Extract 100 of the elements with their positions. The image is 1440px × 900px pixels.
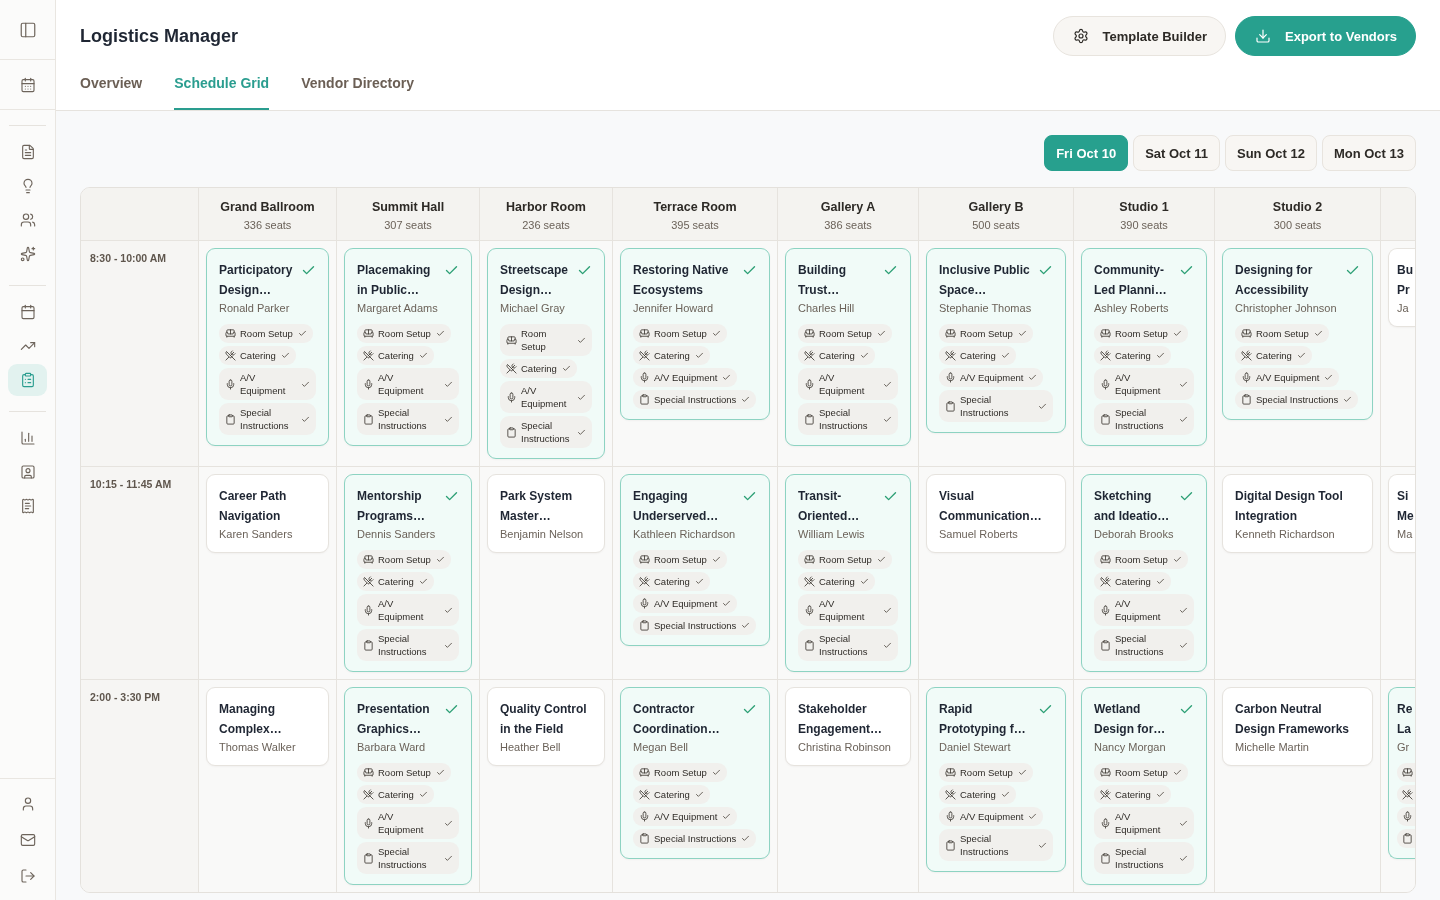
clipboard-icon [1100,413,1111,425]
page-title: Logistics Manager [80,25,239,48]
clipboard-icon [1100,852,1111,864]
date-tab[interactable]: Sun Oct 12 [1225,135,1317,171]
service-label: Room Setup [960,327,1013,340]
session-card[interactable]: Inclusive Public Space… Stephanie Thomas Room Setup Catering A/V Equipment Special Instructions [926,248,1066,433]
speaker-name: Megan Bell [633,740,690,755]
session-card[interactable]: Park System Master… Benjamin Nelson [487,474,605,553]
service-label: Catering [240,349,276,362]
service-label: A/V Equipment [654,371,718,384]
service-label: Special Instructions [240,406,290,432]
microphone-icon [225,378,236,390]
session-title: Managing Complex… [219,701,283,738]
session-card[interactable]: Digital Design Tool Integration Kenneth Richardson [1222,474,1373,553]
session-card[interactable]: Building Trust… Charles Hill Room Setup Catering A/V Equipment Special Instructions [785,248,911,446]
utensils-icon [804,576,815,587]
speaker-name: Michelle Martin [1235,740,1310,755]
service-label: Special Instructions [654,393,737,406]
clipboard-icon [639,394,650,405]
service-label: A/V Equipment [240,371,287,397]
session-card[interactable]: Visual Communication… Samuel Roberts [926,474,1066,553]
clipboard-icon [363,639,374,651]
sofa-icon [1100,767,1111,778]
service-label: Room Setup [378,327,431,340]
date-tab[interactable]: Sat Oct 11 [1133,135,1220,171]
clipboard-icon [639,833,650,844]
session-card[interactable]: Career Path Navigation Karen Sanders [206,474,329,553]
speaker-name: Thomas Walker [219,740,297,755]
utensils-icon [506,363,517,374]
speaker-name: Dennis Sanders [357,527,437,542]
microphone-icon [506,391,517,403]
session-card[interactable]: Si Me Ma [1388,474,1415,553]
session-title: Bu Pr [1397,262,1414,299]
session-card[interactable]: Participatory Design… Ronald Parker Room Setup Catering A/V Equipment Special Instructions [206,248,329,446]
session-title: Placemaking in Public… [357,262,432,299]
service-label: Special Instructions [654,619,737,632]
session-card[interactable]: Managing Complex… Thomas Walker [206,687,329,766]
user-square-icon [19,464,36,480]
utensils-icon [1100,350,1111,361]
microphone-icon [1100,378,1111,390]
service-label: A/V Equipment [819,597,866,623]
service-label: Special Instructions [1256,393,1339,406]
panel-icon [18,20,37,39]
sofa-icon [804,328,815,339]
microphone-icon [1241,372,1252,383]
session-card[interactable]: Contractor Coordination… Megan Bell Room Setup Catering A/V Equipment Special Instructions [620,687,770,859]
session-card[interactable]: Mentorship Programs… Dennis Sanders Room Setup Catering A/V Equipment Special Instructions [344,474,472,672]
session-card[interactable]: Community-Led Planni… Ashley Roberts Room Setup Catering A/V Equipment Special Instructions [1081,248,1207,446]
session-card[interactable]: Restoring Native Ecosystems Jennifer Howard Room Setup Catering A/V Equipment Special Instructions [620,248,770,420]
service-label: Room Setup [654,553,707,566]
session-title: Digital Design Tool Integration [1235,488,1344,525]
session-card[interactable]: Stakeholder Engagement… Christina Robinson [785,687,911,766]
settings-icon [1072,28,1089,44]
room-name: Summit Hall [371,199,445,216]
session-card[interactable]: Designing for Accessibility Christopher Johnson Room Setup Catering A/V Equipment Special Instructions [1222,248,1373,420]
session-title: Participatory Design… [219,262,294,299]
session-card[interactable]: Rapid Prototyping f… Daniel Stewart Room Setup Catering A/V Equipment Special Instructions [926,687,1066,872]
service-label: A/V Equipment [1115,371,1162,397]
session-card[interactable]: Wetland Design for… Nancy Morgan Room Setup Catering A/V Equipment Special Instructions [1081,687,1207,885]
microphone-icon [363,378,374,390]
room-name: Studio 2 [1272,199,1323,216]
document-icon [19,144,36,160]
service-label: Special Instructions [1115,632,1165,658]
session-card[interactable]: Re La Gr [1388,687,1415,859]
session-card[interactable]: Engaging Underserved… Kathleen Richardson Room Setup Catering A/V Equipment Special Instructions [620,474,770,646]
microphone-icon [1402,811,1413,822]
room-name: Terrace Room [653,199,737,216]
clipboard-icon [506,426,517,438]
clipboard-icon [945,839,956,851]
service-label: Room Setup [1115,766,1168,779]
session-card[interactable]: Quality Control in the Field Heather Bell [487,687,605,766]
sofa-icon [363,328,374,339]
session-title: Rapid Prototyping f… [939,701,1027,738]
date-tab[interactable]: Mon Oct 13 [1321,135,1416,171]
session-card[interactable]: Bu Pr Ja [1388,248,1415,327]
utensils-icon [1241,350,1252,361]
service-label: Special Instructions [1115,845,1165,871]
microphone-icon [804,604,815,616]
session-title: Mentorship Programs… [357,488,427,525]
session-card[interactable]: Transit-Oriented… William Lewis Room Setup Catering A/V Equipment Special Instructions [785,474,911,672]
session-title: Community-Led Planni… [1094,262,1168,299]
session-card[interactable]: Placemaking in Public… Margaret Adams Room Setup Catering A/V Equipment Special Instructions [344,248,472,446]
time-label: 8:30 - 10:00 AM [90,252,168,264]
session-card[interactable]: Presentation Graphics… Barbara Ward Room Setup Catering A/V Equipment Special Instructions [344,687,472,885]
session-card[interactable]: Sketching and Ideatio… Deborah Brooks Room Setup Catering A/V Equipment Special Instructions [1081,474,1207,672]
service-label: Special Instructions [1115,406,1165,432]
speaker-name: Ronald Parker [219,301,291,316]
nav-tab[interactable]: Overview [80,70,143,110]
sidebar-nav-button[interactable] [8,364,47,396]
utensils-icon [639,350,650,361]
service-label: Catering [378,575,414,588]
service-label: Special Instructions [378,845,428,871]
template-builder-button[interactable]: Template Builder [1052,16,1227,56]
service-label: Room Setup [521,327,548,353]
nav-tab[interactable]: Vendor Directory [301,70,414,110]
seat-count: 300 seats [1273,218,1322,233]
speaker-name: Ashley Roberts [1094,301,1170,316]
session-card[interactable]: Carbon Neutral Design Frameworks Michelle Martin [1222,687,1373,766]
service-label: Catering [521,362,557,375]
session-card[interactable]: Streetscape Design… Michael Gray Room Setup Catering A/V Equipment Special Instructions [487,248,605,459]
